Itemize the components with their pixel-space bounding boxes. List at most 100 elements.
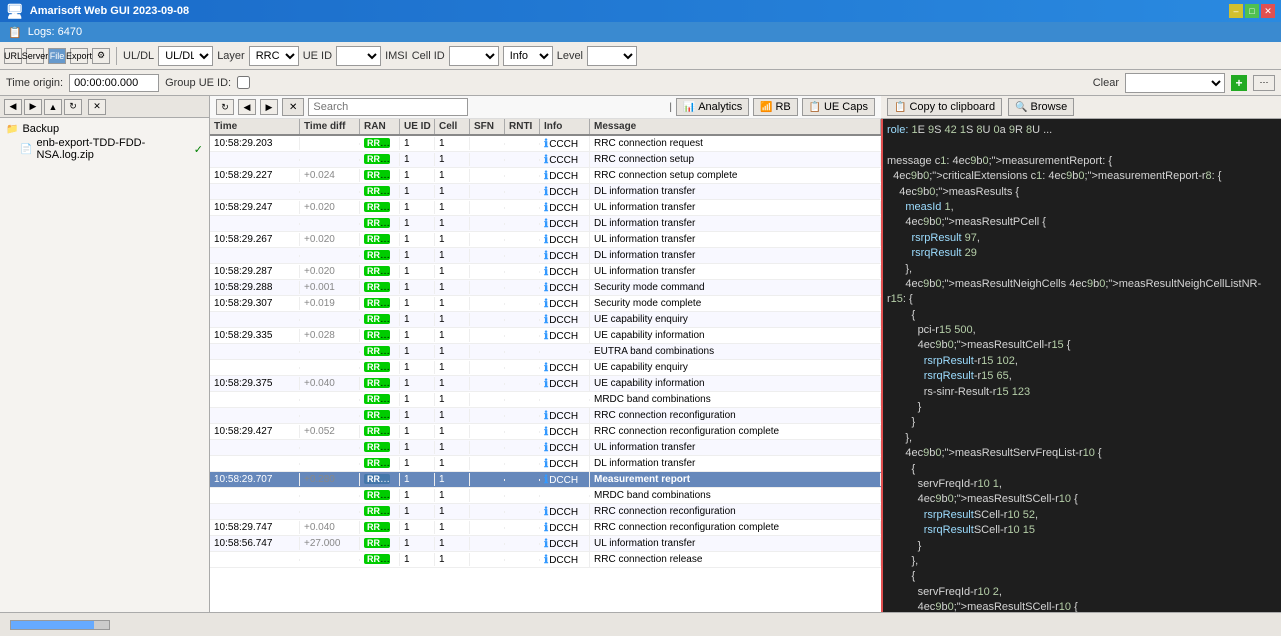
- tree-item-backup[interactable]: 📁 Backup: [4, 122, 205, 136]
- close-panel-button[interactable]: ✕: [88, 99, 106, 115]
- filter-options-button[interactable]: ⋯: [1253, 75, 1275, 91]
- nav-file-button[interactable]: File: [48, 48, 66, 64]
- info-select[interactable]: Info: [503, 46, 553, 66]
- cell-rnti: [505, 303, 540, 305]
- cell-ueid: 1: [400, 521, 435, 534]
- table-row[interactable]: 10:58:29.707 +0.280 RRC ▶ 1 1 ℹDCCH Meas…: [210, 472, 881, 488]
- search-clear-button[interactable]: ✕: [282, 98, 304, 116]
- cell-ran: RRC ▶: [360, 425, 400, 438]
- cell-ueid: 1: [400, 457, 435, 470]
- ue-caps-button[interactable]: 📋 UE Caps: [802, 98, 875, 116]
- cell-cell: 1: [435, 153, 470, 166]
- analytics-button[interactable]: 📊 Analytics: [676, 98, 749, 116]
- cell-rnti: [505, 399, 540, 401]
- nav-forward-button[interactable]: ▶: [24, 99, 42, 115]
- cell-time: 10:58:56.747: [210, 537, 300, 550]
- cell-info: ℹCCCH: [540, 136, 590, 151]
- table-row[interactable]: 10:58:29.427 +0.052 RRC ▶ 1 1 ℹDCCH RRC …: [210, 424, 881, 440]
- cell-info: ℹDCCH: [540, 456, 590, 471]
- group-ue-checkbox[interactable]: [237, 76, 250, 89]
- cell-info: ℹCCCH: [540, 152, 590, 167]
- table-row[interactable]: 10:58:29.307 +0.019 RRC ▶ 1 1 ℹDCCH Secu…: [210, 296, 881, 312]
- cell-diff: [300, 367, 360, 369]
- cell-ueid: 1: [400, 169, 435, 182]
- clear-select[interactable]: [1125, 73, 1225, 93]
- table-row[interactable]: 10:58:56.747 +27.000 RRC ▶ 1 1 ℹDCCH UL …: [210, 536, 881, 552]
- table-row[interactable]: RRC ◆ 1 1 ℹDCCH UL information transfer: [210, 440, 881, 456]
- cell-ran: RRC ◆: [360, 489, 400, 502]
- table-row[interactable]: RRC ◆ 1 1 EUTRA band combinations: [210, 344, 881, 360]
- tree-item-log[interactable]: 📄 enb-export-TDD-FDD-NSA.log.zip ✓: [4, 136, 205, 162]
- time-origin-input[interactable]: [69, 74, 159, 92]
- table-row[interactable]: RRC ◆ 1 1 ℹDCCH UE capability enquiry: [210, 360, 881, 376]
- table-row[interactable]: RRC ◆ 1 1 ℹDCCH RRC connection reconfigu…: [210, 504, 881, 520]
- table-row[interactable]: 10:58:29.267 +0.020 RRC ▶ 1 1 ℹDCCH UL i…: [210, 232, 881, 248]
- table-row[interactable]: RRC ◆ 1 1 ℹDCCH RRC connection reconfigu…: [210, 408, 881, 424]
- nav-settings-button[interactable]: ⚙: [92, 48, 110, 64]
- cell-cell: 1: [435, 137, 470, 150]
- cell-ran: RRC ◆: [360, 345, 400, 358]
- cell-time: 10:58:29.747: [210, 521, 300, 534]
- nav-back-button[interactable]: ◀: [4, 99, 22, 115]
- layer-select[interactable]: RRC: [249, 46, 299, 66]
- nav-up-button[interactable]: ▲: [44, 99, 62, 115]
- cell-sfn: [470, 399, 505, 401]
- cell-ran: RRC ◆: [360, 281, 400, 294]
- cell-ueid: 1: [400, 409, 435, 422]
- table-row[interactable]: 10:58:29.288 +0.001 RRC ◆ 1 1 ℹDCCH Secu…: [210, 280, 881, 296]
- cell-id-select[interactable]: [449, 46, 499, 66]
- table-row[interactable]: 10:58:29.287 +0.020 RRC ▶ 1 1 ℹDCCH UL i…: [210, 264, 881, 280]
- nav-url-button[interactable]: URL: [4, 48, 22, 64]
- tree-item-backup-label: Backup: [22, 123, 59, 135]
- close-button[interactable]: ✕: [1261, 4, 1275, 18]
- nav-server-button[interactable]: Server: [26, 48, 44, 64]
- cell-message: RRC connection request: [590, 137, 881, 150]
- refresh-button[interactable]: ↻: [216, 99, 234, 115]
- level-select[interactable]: [587, 46, 637, 66]
- cell-cell: 1: [435, 233, 470, 246]
- table-row[interactable]: RRC ◆ 1 1 MRDC band combinations: [210, 488, 881, 504]
- cell-ran: RRC ▶: [360, 169, 400, 182]
- cell-time: 10:58:29.427: [210, 425, 300, 438]
- imsi-label: IMSI: [385, 50, 408, 62]
- table-row[interactable]: RRC ◆ 1 1 ℹDCCH DL information transfer: [210, 456, 881, 472]
- table-row[interactable]: 10:58:29.203 RRC ◆ 1 1 ℹCCCH RRC connect…: [210, 136, 881, 152]
- cell-diff: [300, 415, 360, 417]
- table-row[interactable]: RRC ◆ 1 1 ℹDCCH RRC connection release: [210, 552, 881, 568]
- main-toolbar: URL Server File Export ⚙ UL/DL UL/DL Lay…: [0, 42, 1281, 70]
- table-row[interactable]: RRC ◆ 1 1 ℹDCCH UE capability enquiry: [210, 312, 881, 328]
- rb-button[interactable]: 📶 RB: [753, 98, 798, 116]
- cell-ueid: 1: [400, 281, 435, 294]
- cell-ran: RRC ◆: [360, 153, 400, 166]
- browse-button[interactable]: 🔍 Browse: [1008, 98, 1074, 116]
- table-row[interactable]: 10:58:29.227 +0.024 RRC ▶ 1 1 ℹDCCH RRC …: [210, 168, 881, 184]
- cell-message: MRDC band combinations: [590, 393, 881, 406]
- table-row[interactable]: RRC ◆ 1 1 ℹCCCH RRC connection setup: [210, 152, 881, 168]
- table-row[interactable]: RRC ◆ 1 1 ℹDCCH DL information transfer: [210, 248, 881, 264]
- table-row[interactable]: 10:58:29.335 +0.028 RRC ▶ 1 1 ℹDCCH UE c…: [210, 328, 881, 344]
- minimize-button[interactable]: –: [1229, 4, 1243, 18]
- search-input[interactable]: [308, 98, 468, 116]
- col-header-cell: Cell: [435, 119, 470, 134]
- table-row[interactable]: RRC ◆ 1 1 MRDC band combinations: [210, 392, 881, 408]
- table-row[interactable]: RRC ◆ 1 1 ℹDCCH DL information transfer: [210, 184, 881, 200]
- table-row[interactable]: 10:58:29.747 +0.040 RRC ▶ 1 1 ℹDCCH RRC …: [210, 520, 881, 536]
- cell-diff: +0.052: [300, 425, 360, 438]
- ul-dl-select[interactable]: UL/DL: [158, 46, 213, 66]
- cell-time: 10:58:29.287: [210, 265, 300, 278]
- copy-clipboard-button[interactable]: 📋 Copy to clipboard: [887, 98, 1002, 116]
- nav-export-button[interactable]: Export: [70, 48, 88, 64]
- maximize-button[interactable]: □: [1245, 4, 1259, 18]
- forward-button[interactable]: ▶: [260, 99, 278, 115]
- table-row[interactable]: 10:58:29.375 +0.040 RRC ▶ 1 1 ℹDCCH UE c…: [210, 376, 881, 392]
- add-filter-button[interactable]: +: [1231, 75, 1247, 91]
- table-row[interactable]: 10:58:29.247 +0.020 RRC ▶ 1 1 ℹDCCH UL i…: [210, 200, 881, 216]
- cell-sfn: [470, 559, 505, 561]
- back-button[interactable]: ◀: [238, 99, 256, 115]
- ue-id-select[interactable]: [336, 46, 381, 66]
- nav-refresh-button[interactable]: ↻: [64, 99, 82, 115]
- cell-diff: [300, 255, 360, 257]
- table-row[interactable]: RRC ◆ 1 1 ℹDCCH DL information transfer: [210, 216, 881, 232]
- cell-rnti: [505, 543, 540, 545]
- cell-cell: 1: [435, 201, 470, 214]
